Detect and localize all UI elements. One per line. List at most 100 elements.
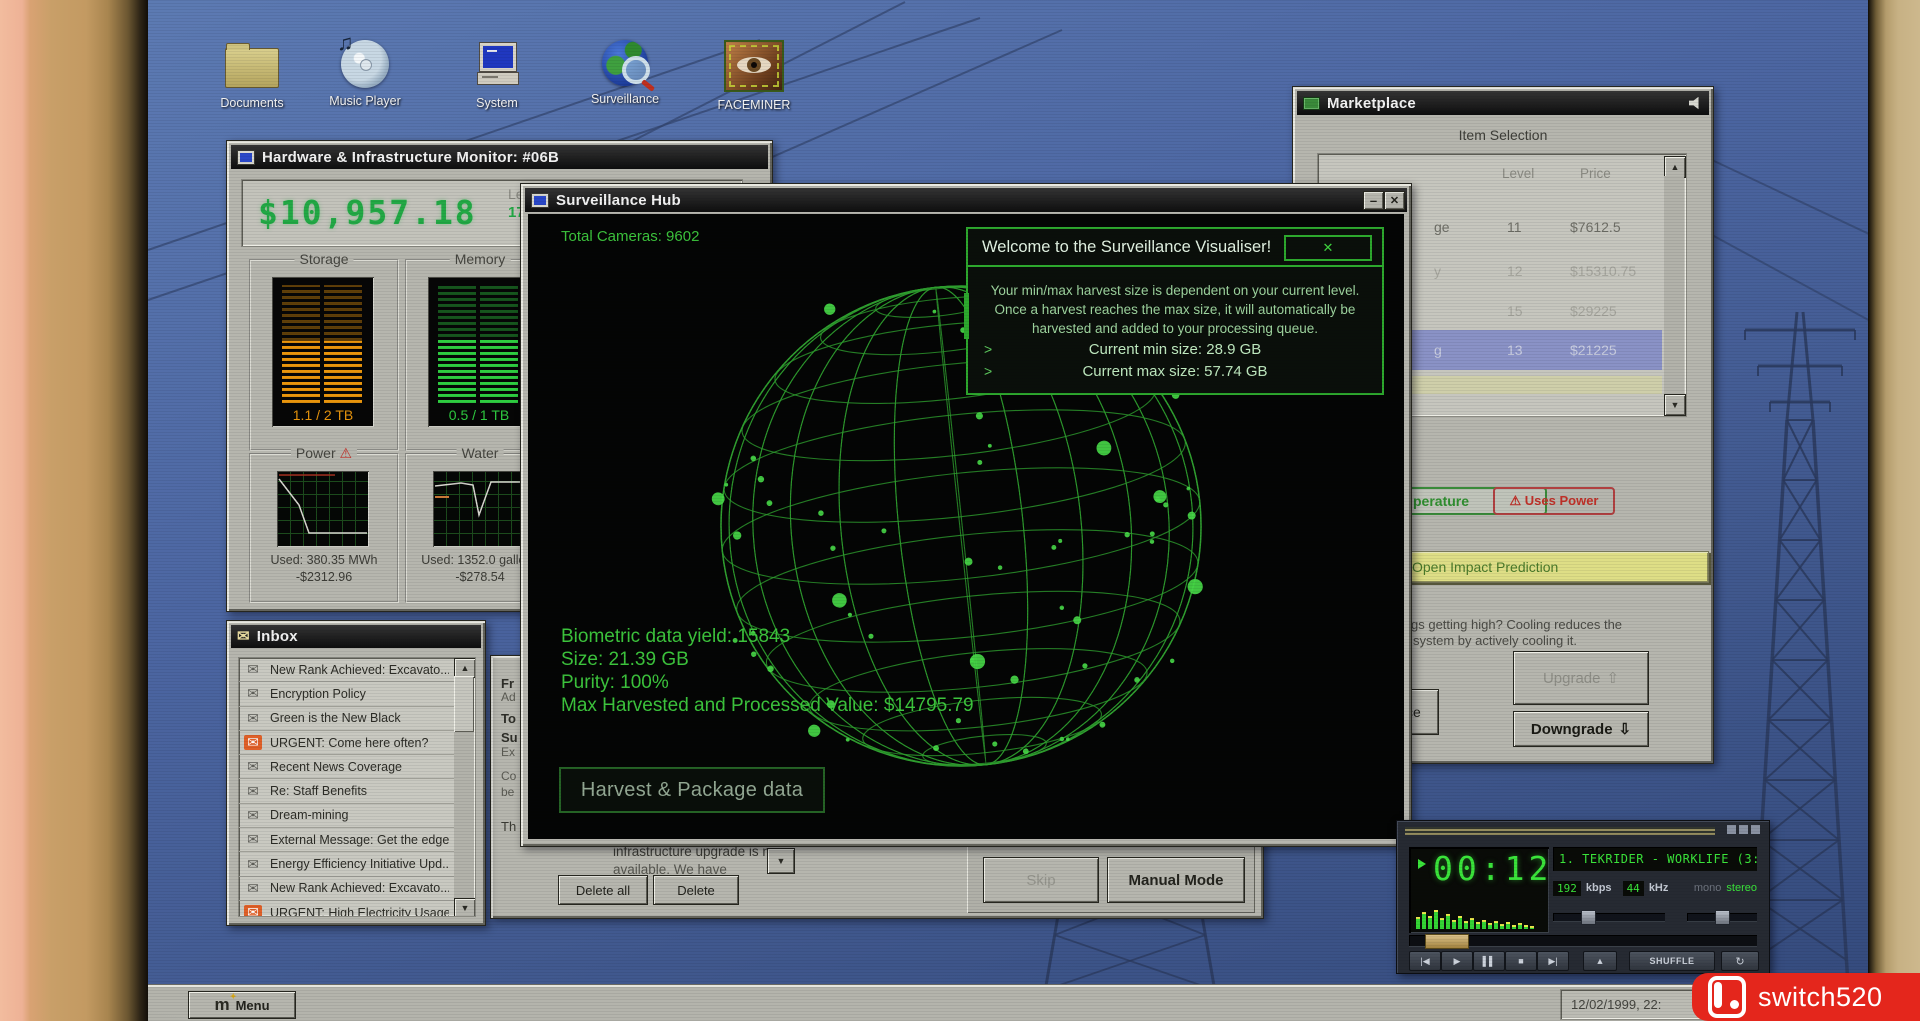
inbox-subject: New Rank Achieved: Excavato... [270, 881, 449, 896]
arrow-down-icon: ▼ [776, 856, 786, 866]
inbox-row[interactable]: ✉ Recent News Coverage [239, 755, 454, 780]
stereo-indicator: stereo [1726, 882, 1757, 894]
next-button[interactable]: ▶| [1537, 951, 1569, 971]
seek-bar[interactable] [1409, 934, 1757, 949]
music-player-window: 00:12 1. TEKRIDER - WORKLIFE (3:48) 192 … [1396, 820, 1770, 974]
watermark-badge: switch520 [1692, 973, 1920, 1021]
desktop-icon-surveillance[interactable]: Surveillance [581, 40, 669, 106]
envelope-icon: ✉ [247, 806, 259, 823]
marketplace-titlebar[interactable]: Marketplace [1297, 91, 1709, 115]
inbox-titlebar[interactable]: ✉ Inbox [231, 625, 481, 648]
inbox-subject: New Rank Achieved: Excavato... [270, 662, 449, 677]
desktop-icon-documents[interactable]: Documents [208, 40, 296, 110]
cooling-text-line1: gs getting high? Cooling reduces the [1411, 617, 1623, 632]
surveillance-hub-titlebar[interactable]: Surveillance Hub [525, 188, 1407, 212]
inbox-row[interactable]: ✉ Green is the New Black [239, 707, 454, 731]
inbox-row[interactable]: ✉ New Rank Achieved: Excavato... [239, 658, 454, 683]
time-display[interactable]: 00:12 [1433, 849, 1552, 888]
inbox-scroll-up-button[interactable]: ▲ [454, 658, 475, 678]
desktop-icon-system[interactable]: System [453, 40, 541, 110]
inbox-row[interactable]: ✉ URGENT: Come here often? [239, 731, 454, 756]
desktop-icon-label: Music Player [329, 94, 401, 108]
power-used: Used: 380.35 MWh [270, 553, 378, 567]
message-field-fragment: Ex [501, 745, 516, 759]
inbox-row[interactable]: ✉ Energy Efficiency Initiative Upd... [239, 852, 454, 877]
scroll-up-button[interactable]: ▲ [1664, 156, 1686, 178]
volume-thumb[interactable] [1581, 910, 1596, 925]
message-field-fragment: To [501, 711, 516, 726]
eject-button[interactable]: ▲ [1583, 951, 1617, 971]
faceminer-logo-icon: m ✦ [214, 992, 237, 1014]
inbox-list[interactable]: ✉ New Rank Achieved: Excavato... ✉ Encrypt… [238, 657, 476, 917]
inbox-row[interactable]: ✉ URGENT: High Electricity Usage [239, 901, 454, 916]
monitor-icon [237, 149, 255, 165]
repeat-button[interactable]: ↻ [1721, 951, 1759, 971]
pause-button[interactable]: ▌▌ [1473, 951, 1505, 971]
desktop-icon-label: System [476, 96, 518, 110]
stream-info-row: 192 kbps 44 kHz mono stereo [1553, 879, 1757, 897]
inbox-scroll-down-button[interactable]: ▼ [454, 898, 475, 916]
samplerate-unit: kHz [1648, 882, 1669, 894]
stat-purity: Purity: 100% [561, 672, 669, 693]
balance-slider[interactable] [1687, 910, 1757, 925]
message-field-fragment: be [501, 785, 515, 799]
inbox-row[interactable]: ✉ Dream-mining [239, 804, 454, 829]
volume-slider[interactable] [1553, 910, 1665, 925]
seek-thumb[interactable] [1425, 934, 1469, 949]
welcome-dialog-close-button[interactable]: ✕ [1284, 235, 1372, 261]
taskbar: m ✦ Menu 12/02/1999, 22: [148, 984, 1920, 1021]
surveillance-canvas: Total Cameras: 9602 Biometric data yield… [528, 214, 1404, 839]
downgrade-button[interactable]: Downgrade ⇩ [1513, 711, 1649, 747]
menu-button[interactable]: m ✦ Menu [188, 991, 296, 1019]
manual-mode-button[interactable]: Manual Mode [1107, 857, 1245, 903]
shuffle-button[interactable]: SHUFFLE [1629, 951, 1715, 971]
harvest-package-button[interactable]: Harvest & Package data [559, 767, 825, 813]
skip-button[interactable]: Skip [983, 857, 1099, 903]
total-cameras: Total Cameras: 9602 [561, 228, 700, 245]
stop-button[interactable]: ■ [1505, 951, 1537, 971]
play-button[interactable]: ▶ [1441, 951, 1473, 971]
lcd-panel: 00:12 [1409, 847, 1549, 933]
envelope-icon: ✉ [247, 782, 259, 799]
bitrate-value: 192 [1553, 880, 1581, 896]
desktop-icon-music-player[interactable]: ♫ Music Player [321, 30, 409, 108]
player-titlebar[interactable] [1405, 827, 1715, 835]
upgrade-button[interactable]: Upgrade ⇧ [1513, 651, 1649, 705]
player-shade-icon[interactable] [1739, 825, 1748, 834]
envelope-icon: ✉ [247, 685, 259, 702]
inbox-scroll-thumb[interactable] [454, 676, 474, 732]
cd-icon: ♫ [337, 30, 389, 88]
samplerate-value: 44 [1622, 880, 1644, 896]
desktop-icon-label: Surveillance [590, 92, 660, 106]
message-field-fragment: Ad [501, 690, 516, 704]
inbox-row[interactable]: ✉ External Message: Get the edge... [239, 828, 454, 853]
storage-value: 1.1 / 2 TB [292, 407, 354, 423]
delete-all-button[interactable]: Delete all [558, 875, 648, 905]
close-button[interactable]: ✕ [1384, 191, 1405, 210]
delete-button[interactable]: Delete [653, 875, 739, 905]
scroll-down-button[interactable]: ▼ [1664, 394, 1686, 416]
inbox-row[interactable]: ✉ New Rank Achieved: Excavato... [239, 877, 454, 901]
scrollbar-track[interactable] [1664, 176, 1684, 394]
envelope-icon: ✉ [247, 855, 259, 872]
balance-value: $10,957.18 [258, 193, 477, 232]
inbox-subject: External Message: Get the edge... [270, 832, 449, 847]
message-scroll-down-button[interactable]: ▼ [767, 848, 795, 874]
minimize-button[interactable]: – [1363, 191, 1384, 210]
inbox-icon: ✉ [237, 627, 250, 645]
speaker-icon[interactable] [1689, 96, 1699, 110]
previous-button[interactable]: |◀ [1409, 951, 1441, 971]
warning-icon: ⚠ [339, 445, 353, 461]
player-minimize-icon[interactable] [1727, 825, 1736, 834]
inbox-row[interactable]: ✉ Encryption Policy [239, 682, 454, 707]
track-title-display[interactable]: 1. TEKRIDER - WORKLIFE (3:48) [1553, 847, 1757, 871]
folder-icon [225, 43, 279, 88]
player-close-icon[interactable] [1751, 825, 1760, 834]
balance-thumb[interactable] [1715, 910, 1730, 925]
dialog-separator [968, 265, 1382, 267]
inbox-scrollbar-track[interactable] [454, 676, 474, 898]
spectrum-analyzer [1416, 903, 1544, 929]
hardware-monitor-titlebar[interactable]: Hardware & Infrastructure Monitor: #06B [231, 145, 768, 169]
desktop-icon-faceminer[interactable]: FACEMINER [708, 40, 800, 112]
inbox-row[interactable]: ✉ Re: Staff Benefits [239, 779, 454, 804]
